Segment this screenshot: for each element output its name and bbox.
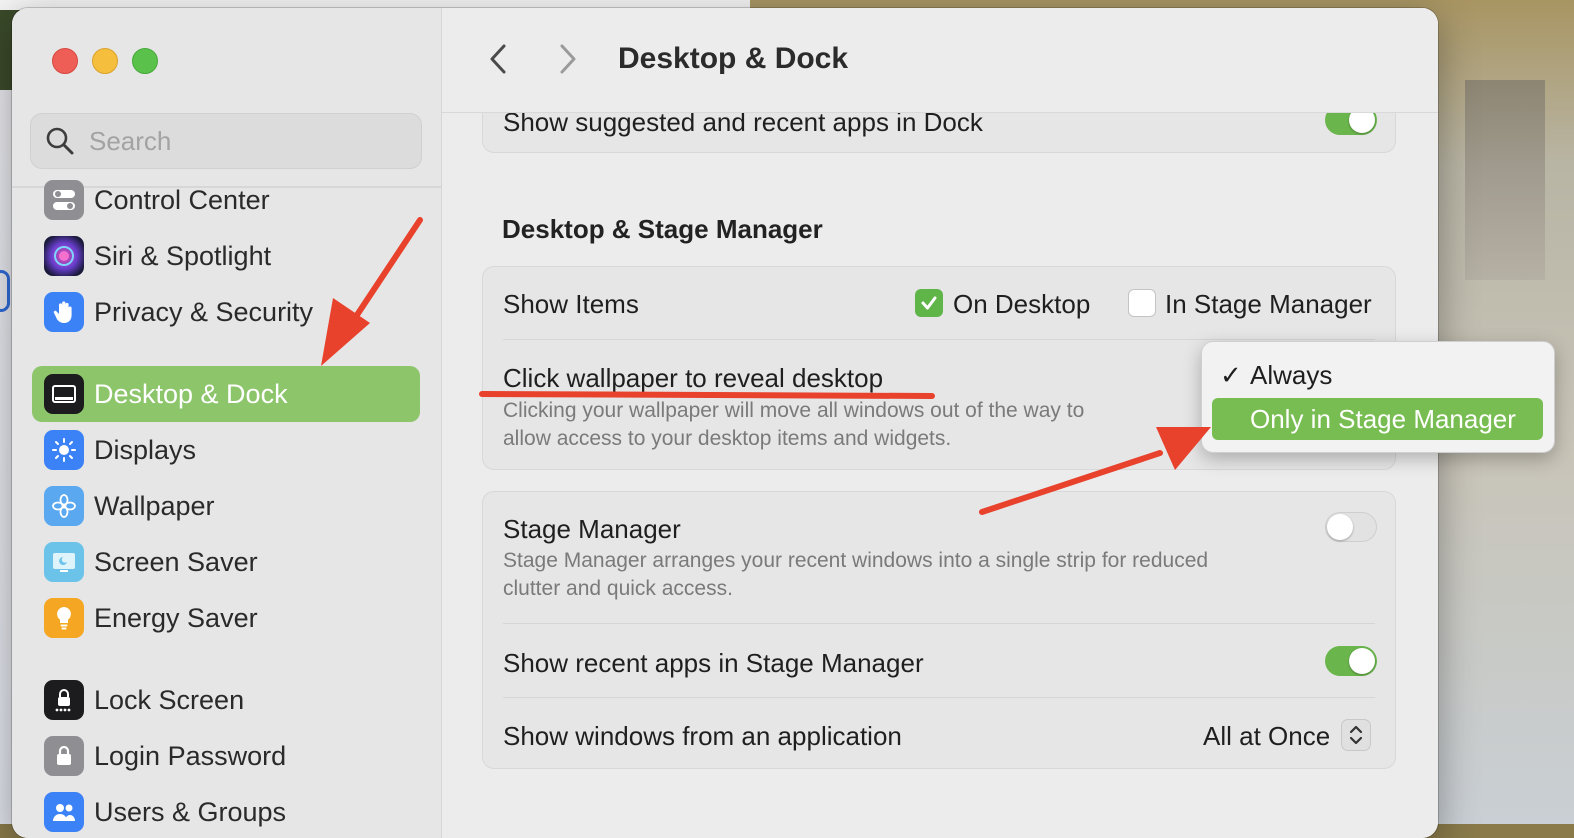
sidebar-item-label: Login Password — [94, 740, 287, 771]
alert-icon — [0, 270, 10, 312]
stage-manager-label: Stage Manager — [503, 514, 681, 544]
sidebar-item-control-center[interactable]: Control Center — [32, 172, 420, 228]
sidebar-item-desktop-dock[interactable]: Desktop & Dock — [32, 366, 420, 422]
search-field[interactable] — [30, 113, 422, 169]
recent-apps-label: Show recent apps in Stage Manager — [503, 648, 924, 678]
sun-icon — [44, 430, 84, 470]
in-stage-manager-checkbox[interactable] — [1128, 289, 1156, 317]
hand-icon — [44, 292, 84, 332]
sidebar-item-users-groups[interactable]: Users & Groups — [32, 784, 420, 838]
chevron-left-icon — [490, 44, 506, 74]
zoom-button[interactable] — [132, 48, 158, 74]
sidebar-item-label: Energy Saver — [94, 602, 258, 633]
sidebar-item-label: Wallpaper — [94, 490, 215, 521]
show-items-label: Show Items — [503, 289, 639, 319]
sidebar-item-privacy-security[interactable]: Privacy & Security — [32, 284, 420, 340]
sidebar-item-label: Siri & Spotlight — [94, 240, 272, 271]
control-center-icon — [44, 180, 84, 220]
minimize-button[interactable] — [92, 48, 118, 74]
dock-icon — [44, 374, 84, 414]
show-windows-value[interactable]: All at Once — [1203, 721, 1330, 752]
sidebar-item-label: Users & Groups — [94, 796, 287, 827]
show-windows-popup-button[interactable] — [1341, 719, 1371, 751]
click-wallpaper-popup-menu: ✓ Always Only in Stage Manager — [1201, 341, 1555, 453]
users-icon — [44, 792, 84, 832]
search-input[interactable] — [87, 124, 391, 158]
sidebar-item-label: Screen Saver — [94, 546, 258, 577]
sidebar-item-label: Privacy & Security — [94, 296, 314, 327]
sidebar-item-siri-spotlight[interactable]: Siri & Spotlight — [32, 228, 420, 284]
sidebar-item-label: Lock Screen — [94, 684, 245, 715]
sidebar-item-energy-saver[interactable]: Energy Saver — [32, 590, 420, 646]
screen-saver-icon — [44, 542, 84, 582]
click-wallpaper-label: Click wallpaper to reveal desktop — [503, 363, 884, 393]
row-separator — [503, 339, 1375, 340]
close-button[interactable] — [52, 48, 78, 74]
bulb-icon — [44, 598, 84, 638]
sidebar-item-label: Control Center — [94, 184, 270, 215]
sidebar-item-label: Desktop & Dock — [94, 378, 288, 409]
up-down-chevron-icon — [1349, 725, 1363, 745]
sidebar-item-wallpaper[interactable]: Wallpaper — [32, 478, 420, 534]
in-stage-manager-label: In Stage Manager — [1165, 289, 1372, 319]
flower-icon — [44, 486, 84, 526]
row-separator — [503, 697, 1375, 698]
checkmark-icon — [921, 296, 937, 310]
page-title: Desktop & Dock — [618, 42, 849, 75]
stage-manager-description-2: clutter and quick access. — [503, 577, 733, 600]
menu-item-only-in-stage-manager[interactable]: Only in Stage Manager — [1212, 398, 1543, 440]
recent-apps-toggle[interactable] — [1325, 646, 1377, 676]
click-wallpaper-description-1: Clicking your wallpaper will move all wi… — [503, 399, 1085, 422]
sidebar-item-label: Displays — [94, 434, 197, 465]
sidebar-item-login-password[interactable]: Login Password — [32, 728, 420, 784]
back-button[interactable] — [482, 42, 514, 76]
lock-icon — [44, 736, 84, 776]
section-title: Desktop & Stage Manager — [502, 214, 823, 244]
click-wallpaper-description-2: allow access to your desktop items and w… — [503, 427, 952, 450]
show-windows-label: Show windows from an application — [503, 721, 902, 751]
on-desktop-checkbox[interactable] — [915, 289, 943, 317]
search-icon — [45, 126, 75, 156]
stage-manager-description-1: Stage Manager arranges your recent windo… — [503, 549, 1209, 572]
menu-item-label: Always — [1250, 360, 1333, 390]
sidebar-item-lock-screen[interactable]: Lock Screen — [32, 672, 420, 728]
chevron-right-icon — [560, 44, 576, 74]
checkmark-icon: ✓ — [1220, 360, 1242, 390]
stage-manager-toggle[interactable] — [1325, 512, 1377, 542]
lock-screen-icon — [44, 680, 84, 720]
row-separator — [503, 623, 1375, 624]
sidebar: Control Center Siri & Spotlight Privacy … — [12, 8, 442, 838]
menu-item-label: Only in Stage Manager — [1250, 404, 1516, 434]
forward-button[interactable] — [552, 42, 584, 76]
sidebar-item-screen-saver[interactable]: Screen Saver — [32, 534, 420, 590]
siri-icon — [44, 236, 84, 276]
stage-manager-group: Stage Manager Stage Manager arranges you… — [482, 491, 1396, 769]
on-desktop-label: On Desktop — [953, 289, 1091, 319]
sidebar-item-displays[interactable]: Displays — [32, 422, 420, 478]
toolbar: Desktop & Dock — [442, 8, 1438, 113]
menu-item-always[interactable]: ✓ Always — [1212, 354, 1543, 396]
